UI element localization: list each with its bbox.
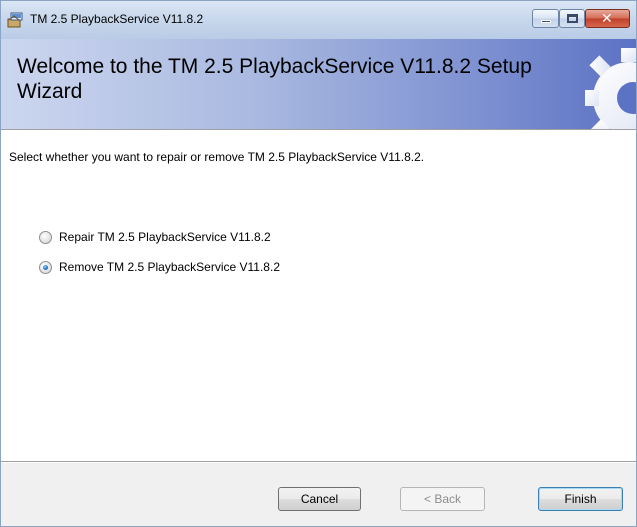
window-title: TM 2.5 PlaybackService V11.8.2	[30, 12, 204, 26]
installer-icon	[7, 12, 23, 28]
banner-title: Welcome to the TM 2.5 PlaybackService V1…	[17, 55, 532, 103]
radio-selected-dot	[43, 265, 48, 270]
back-button: < Back	[400, 487, 485, 511]
close-icon: ✕	[601, 11, 613, 27]
maximize-button[interactable]	[559, 9, 585, 28]
remove-radio[interactable]	[39, 261, 52, 274]
repair-radio[interactable]	[39, 231, 52, 244]
remove-option-label[interactable]: Remove TM 2.5 PlaybackService V11.8.2	[59, 260, 280, 274]
button-bar-divider	[1, 461, 636, 463]
maximize-icon	[567, 14, 578, 23]
gear-icon	[585, 48, 636, 129]
repair-option-label[interactable]: Repair TM 2.5 PlaybackService V11.8.2	[59, 230, 271, 244]
minimize-icon	[541, 20, 551, 23]
wizard-content: Select whether you want to repair or rem…	[1, 130, 636, 461]
finish-button[interactable]: Finish	[538, 487, 623, 511]
title-bar[interactable]: TM 2.5 PlaybackService V11.8.2 ✕	[1, 1, 636, 39]
wizard-banner: Welcome to the TM 2.5 PlaybackService V1…	[1, 39, 636, 130]
cancel-button[interactable]: Cancel	[278, 487, 361, 511]
setup-wizard-window: TM 2.5 PlaybackService V11.8.2 ✕ Welcome…	[0, 0, 637, 527]
minimize-button[interactable]	[532, 9, 559, 28]
instruction-text: Select whether you want to repair or rem…	[9, 150, 425, 164]
close-button[interactable]: ✕	[585, 9, 630, 28]
